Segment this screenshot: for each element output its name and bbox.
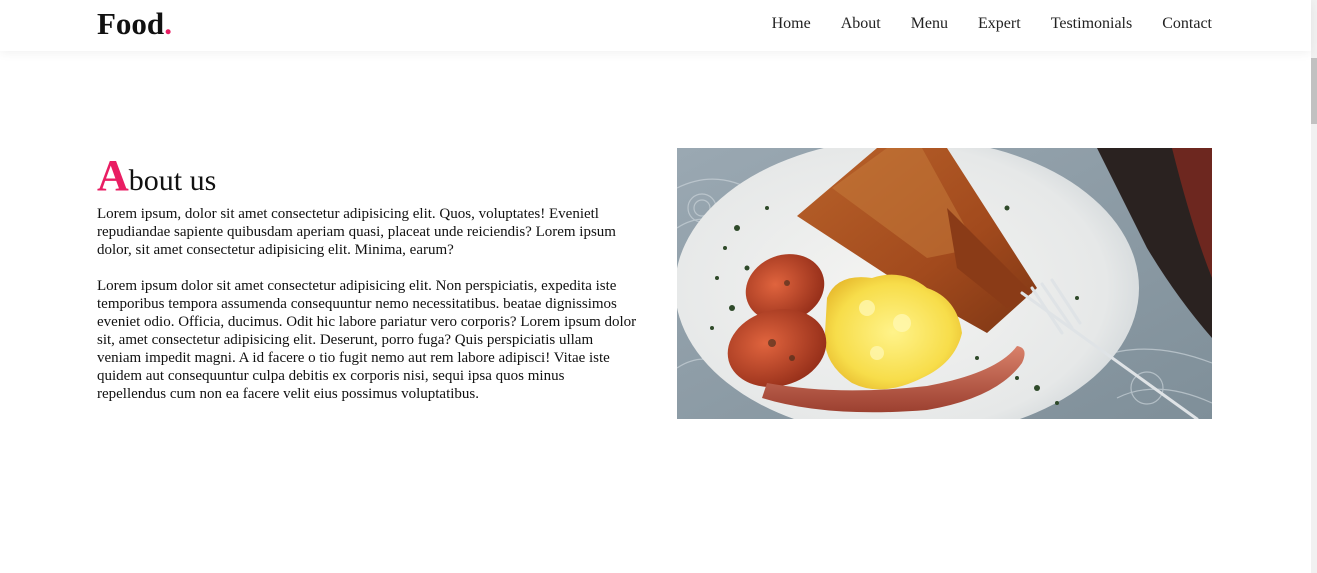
navbar: Food. Home About Menu Expert Testimonial… — [0, 0, 1311, 51]
nav-expert[interactable]: Expert — [978, 14, 1021, 34]
about-paragraph-1: Lorem ipsum, dolor sit amet consectetur … — [97, 206, 616, 258]
logo-text: Food — [97, 6, 165, 41]
scrollbar-thumb[interactable] — [1311, 58, 1317, 124]
logo-dot: . — [164, 6, 172, 41]
logo[interactable]: Food. — [97, 4, 172, 44]
nav-about[interactable]: About — [841, 14, 881, 34]
main-nav: Home About Menu Expert Testimonials Cont… — [772, 14, 1212, 34]
nav-contact[interactable]: Contact — [1162, 14, 1212, 34]
nav-menu[interactable]: Menu — [911, 14, 948, 34]
about-title-initial: A — [97, 151, 129, 200]
nav-home[interactable]: Home — [772, 14, 811, 34]
about-paragraph-2: Lorem ipsum dolor sit amet consectetur a… — [97, 278, 637, 402]
nav-testimonials[interactable]: Testimonials — [1051, 14, 1133, 34]
about-title-rest: bout us — [128, 164, 217, 197]
about-title: About us — [97, 152, 637, 205]
breakfast-image — [677, 148, 1212, 419]
about-section: About us Lorem ipsum, dolor sit amet con… — [97, 152, 637, 403]
page: Food. Home About Menu Expert Testimonial… — [0, 0, 1317, 573]
